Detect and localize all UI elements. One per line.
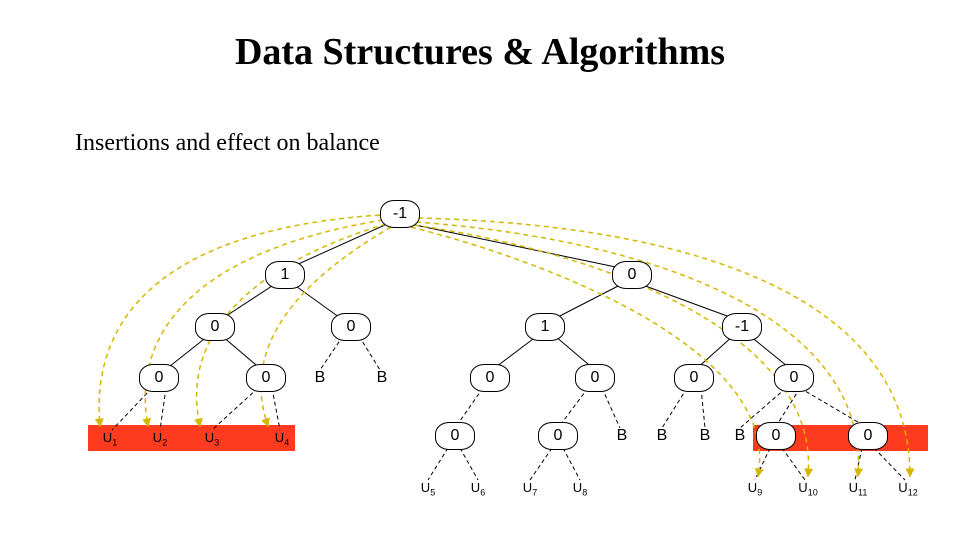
node-lrl: B [315, 369, 326, 387]
node-root: -1 [380, 200, 420, 228]
node-rrrr: 0 [848, 422, 888, 450]
leaf-u9: U9 [748, 480, 762, 498]
leaf-u3: U3 [205, 430, 219, 448]
node-lll: 0 [139, 364, 179, 392]
leaf-u6: U6 [471, 480, 485, 498]
node-ll: 0 [195, 313, 235, 341]
leaf-u8: U8 [573, 480, 587, 498]
node-rll: 0 [470, 364, 510, 392]
node-rrll: B [657, 427, 668, 445]
leaf-u11: U11 [849, 480, 868, 498]
node-l: 1 [265, 261, 305, 289]
node-rrrl0: B [735, 427, 746, 445]
node-rrr: 0 [774, 364, 814, 392]
node-rlr: 0 [575, 364, 615, 392]
node-r: 0 [612, 261, 652, 289]
leaf-u2: U2 [153, 430, 167, 448]
leaf-u12: U12 [898, 480, 917, 498]
node-lrr: B [377, 369, 388, 387]
tree-edges [0, 0, 960, 540]
leaf-u1: U1 [103, 430, 117, 448]
node-rl: 1 [525, 313, 565, 341]
leaf-u7: U7 [523, 480, 537, 498]
node-rlrl: 0 [538, 422, 578, 450]
leaf-u5: U5 [421, 480, 435, 498]
node-lr: 0 [331, 313, 371, 341]
node-rrl: 0 [674, 364, 714, 392]
node-rrrl: 0 [756, 422, 796, 450]
leaf-u10: U10 [798, 480, 817, 498]
node-llr: 0 [246, 364, 286, 392]
node-rr: -1 [722, 313, 762, 341]
leaf-u4: U4 [275, 430, 289, 448]
node-rrlr: B [700, 427, 711, 445]
node-rlrr: B [617, 427, 628, 445]
node-rlll: 0 [435, 422, 475, 450]
